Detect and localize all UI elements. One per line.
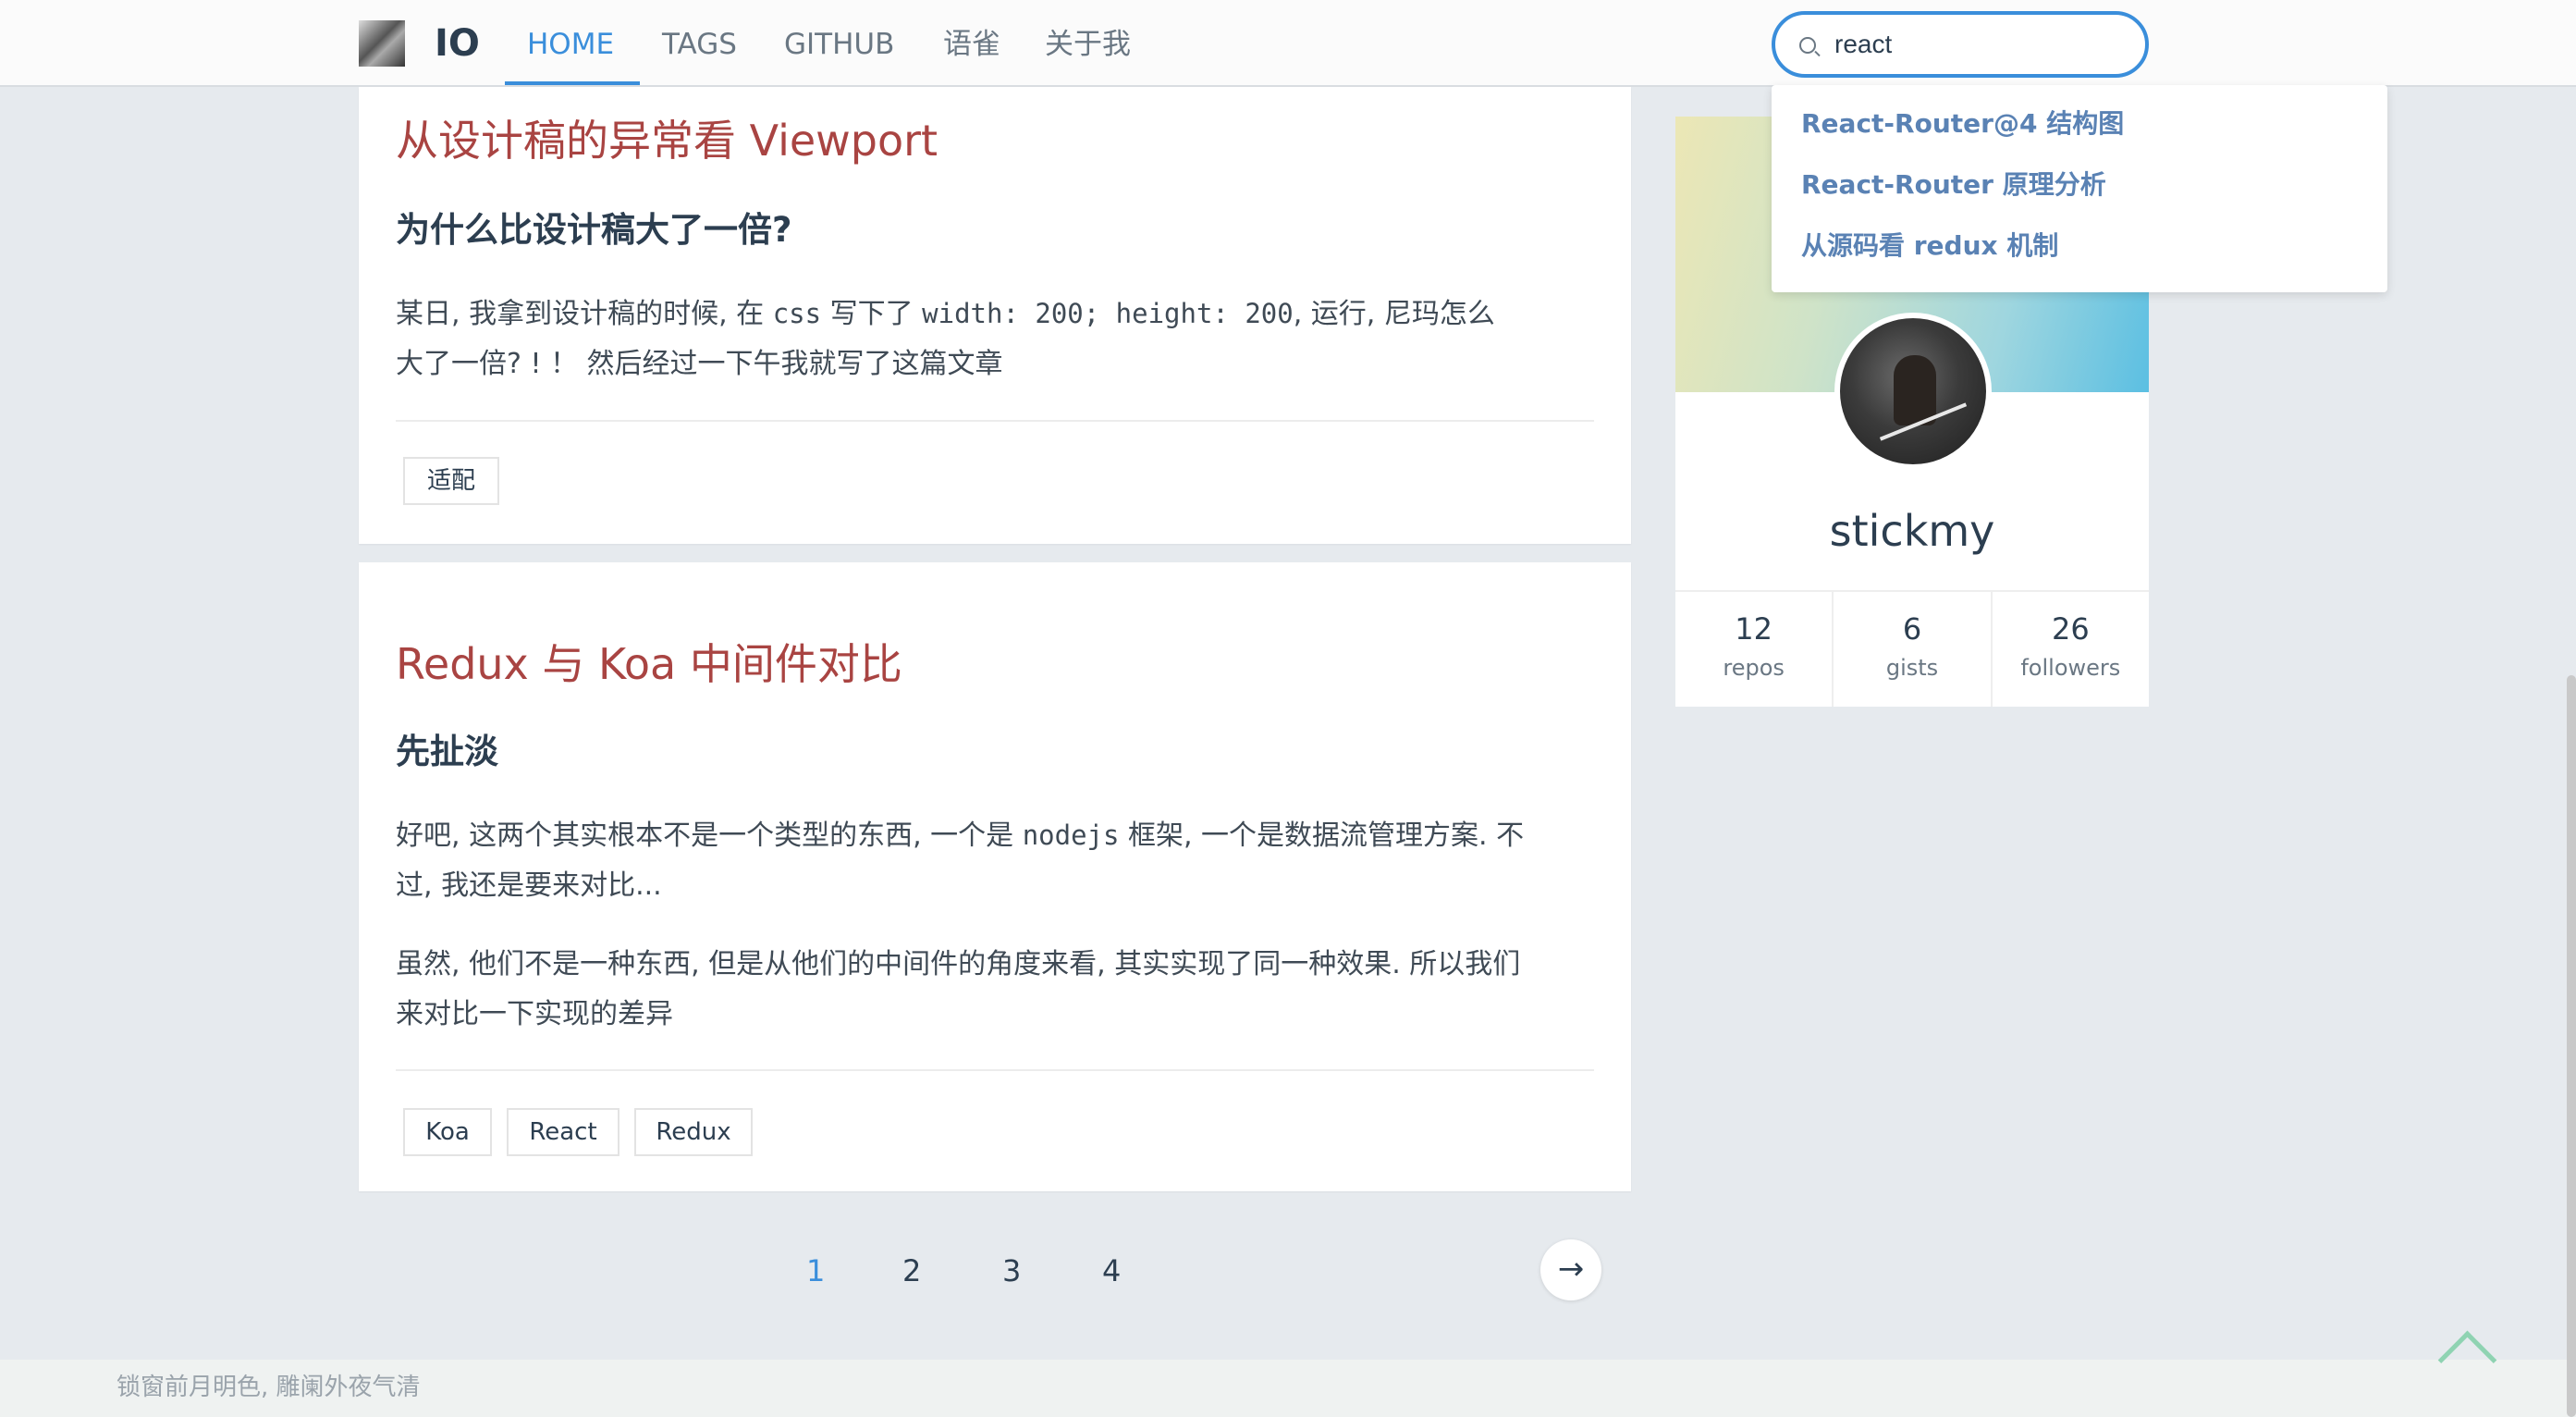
post-card: 从设计稿的异常看 Viewport 为什么比设计稿大了一倍? 某日, 我拿到设计… (359, 87, 1631, 544)
footer-text: 锁窗前月明色, 雕阑外夜气清 (117, 1374, 421, 1401)
post-title[interactable]: 从设计稿的异常看 Viewport (396, 113, 938, 168)
search-suggestions-dropdown: React-Router@4 结构图 React-Router 原理分析 从源码… (1772, 85, 2387, 292)
post-excerpt: 好吧, 这两个其实根本不是一个类型的东西, 一个是 nodejs 框架, 一个是… (396, 819, 1525, 902)
post-excerpt: 虽然, 他们不是一种东西, 但是从他们的中间件的角度来看, 其实实现了同一种效果… (396, 948, 1521, 1030)
page-link-1[interactable]: 1 (806, 1249, 825, 1293)
stat-label: repos (1723, 655, 1785, 681)
post-card: Redux 与 Koa 中间件对比 先扯淡 好吧, 这两个其实根本不是一个类型的… (359, 562, 1631, 1191)
arrow-right-icon: → (1557, 1251, 1585, 1288)
top-navbar: IO HOME TAGS GITHUB 语雀 关于我 (0, 0, 2576, 87)
back-to-top-icon[interactable] (2435, 1323, 2495, 1382)
nav-item-github[interactable]: GITHUB (784, 24, 894, 65)
post-tag[interactable]: React (507, 1108, 619, 1156)
nav-item-yuque[interactable]: 语雀 (943, 24, 1000, 65)
post-tag[interactable]: Koa (403, 1108, 492, 1156)
avatar[interactable] (1834, 313, 1992, 470)
nav-item-tags[interactable]: TAGS (662, 24, 737, 65)
stat-label: gists (1885, 655, 1939, 681)
page-link-4[interactable]: 4 (1102, 1249, 1121, 1293)
search-input[interactable] (1834, 24, 2130, 65)
profile-stats: 12 repos 6 gists 26 followers (1675, 590, 2149, 707)
card-divider (396, 420, 1594, 422)
nav-item-about[interactable]: 关于我 (1045, 24, 1131, 65)
post-tag[interactable]: 适配 (403, 457, 499, 505)
search-suggestion-item[interactable]: React-Router 原理分析 (1801, 166, 2106, 203)
post-subtitle: 先扯淡 (396, 732, 498, 771)
page-link-3[interactable]: 3 (1002, 1249, 1021, 1293)
stat-followers[interactable]: 26 followers (1993, 592, 2149, 707)
stat-number: 12 (1735, 611, 1773, 647)
page-link-2[interactable]: 2 (902, 1249, 921, 1293)
post-excerpt: 某日, 我拿到设计稿的时候, 在 css 写下了 width: 200; hei… (396, 298, 1495, 380)
stat-repos[interactable]: 12 repos (1675, 592, 1834, 707)
nav-item-home[interactable]: HOME (527, 24, 614, 65)
next-page-button[interactable]: → (1540, 1239, 1601, 1300)
stat-number: 6 (1902, 611, 1922, 647)
site-logo-image[interactable] (359, 20, 405, 67)
post-title[interactable]: Redux 与 Koa 中间件对比 (396, 636, 902, 692)
search-icon (1799, 37, 1816, 54)
footer: 锁窗前月明色, 雕阑外夜气清 (0, 1360, 2576, 1417)
card-divider (396, 1069, 1594, 1071)
stat-number: 26 (2051, 611, 2090, 647)
profile-name[interactable]: stickmy (1675, 503, 2149, 559)
stat-label: followers (2020, 655, 2121, 681)
stat-gists[interactable]: 6 gists (1834, 592, 1993, 707)
search-box[interactable] (1772, 11, 2149, 78)
post-tag[interactable]: Redux (634, 1108, 753, 1156)
page-scrollbar[interactable] (2567, 675, 2576, 1417)
search-suggestion-item[interactable]: React-Router@4 结构图 (1801, 105, 2124, 142)
search-suggestion-item[interactable]: 从源码看 redux 机制 (1801, 228, 2058, 265)
site-logo-text[interactable]: IO (435, 20, 480, 67)
active-tab-indicator (505, 81, 640, 85)
post-subtitle: 为什么比设计稿大了一倍? (396, 210, 792, 250)
